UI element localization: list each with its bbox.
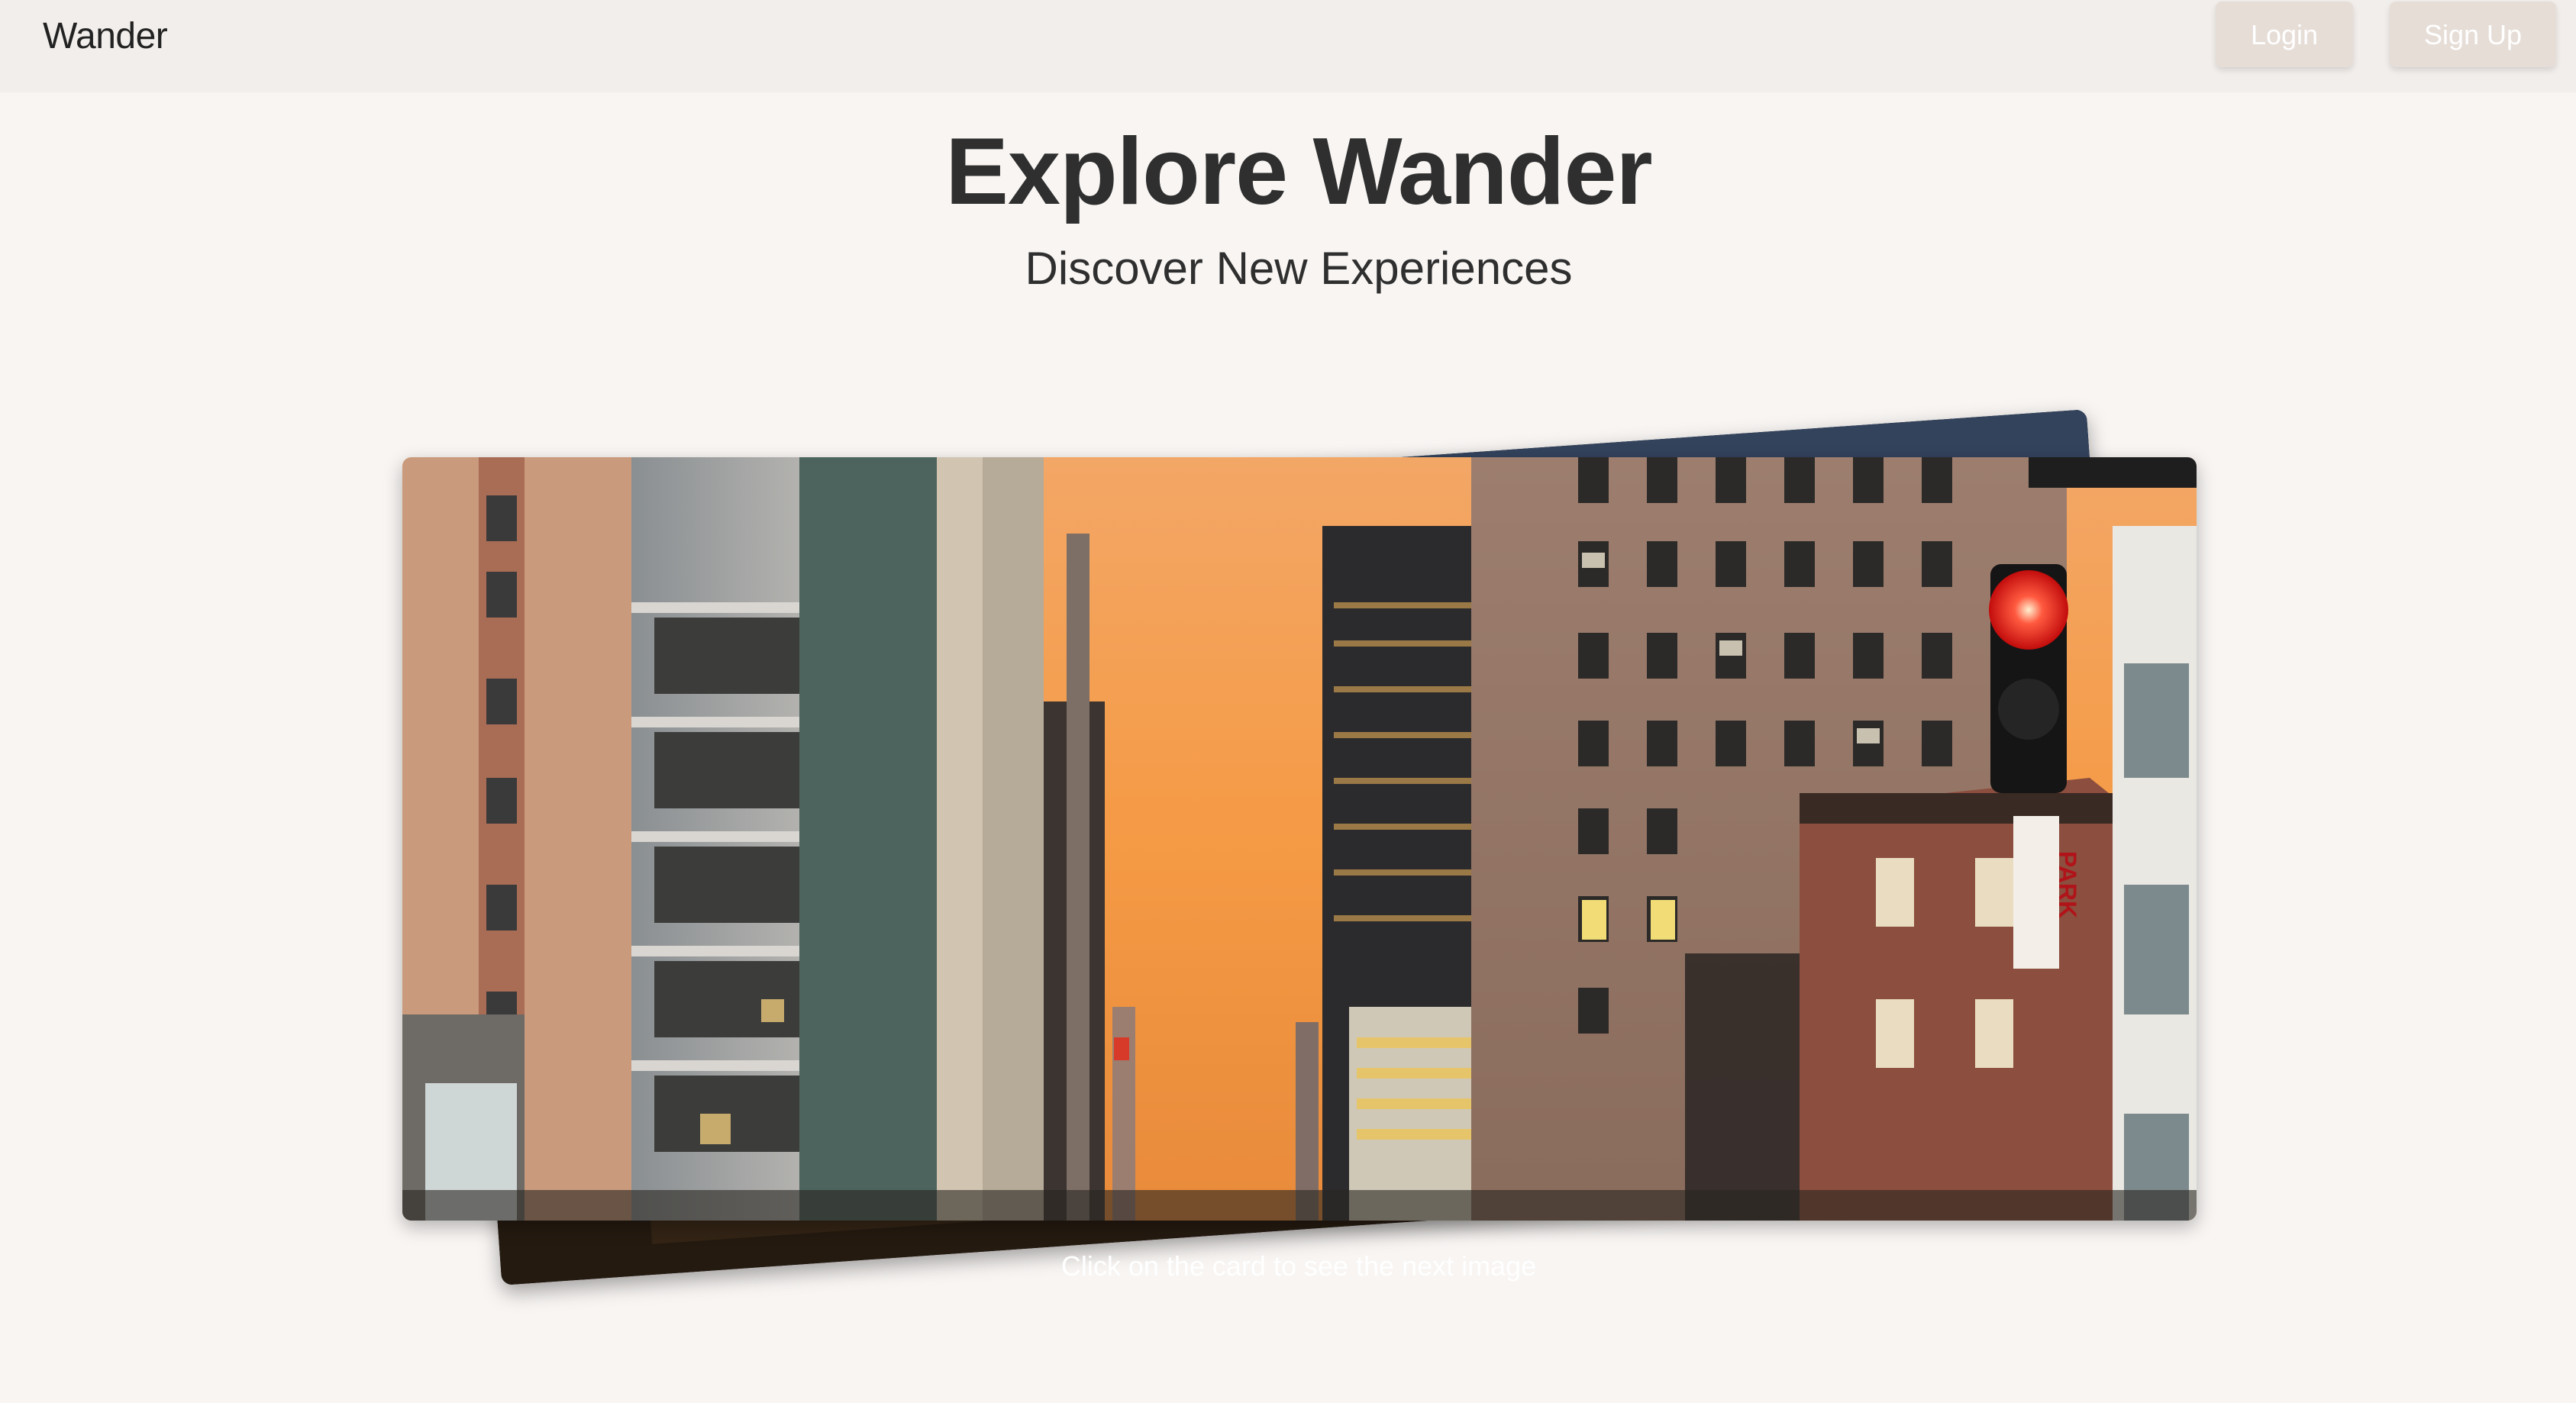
park-sign-text: PARK — [2054, 851, 2081, 918]
login-button[interactable]: Login — [2216, 2, 2353, 67]
image-card[interactable]: PARK — [402, 457, 2197, 1221]
city-street-photo: PARK — [402, 457, 2197, 1221]
brand-logo-text[interactable]: Wander — [43, 14, 168, 60]
page-title: Explore Wander — [945, 119, 1652, 224]
page-subtitle: Discover New Experiences — [1025, 243, 1573, 294]
card-hint-text: Click on the card to see the next image — [1060, 1250, 1537, 1282]
top-navigation-bar: Wander Login Sign Up — [0, 0, 2576, 92]
signup-button[interactable]: Sign Up — [2390, 2, 2556, 67]
